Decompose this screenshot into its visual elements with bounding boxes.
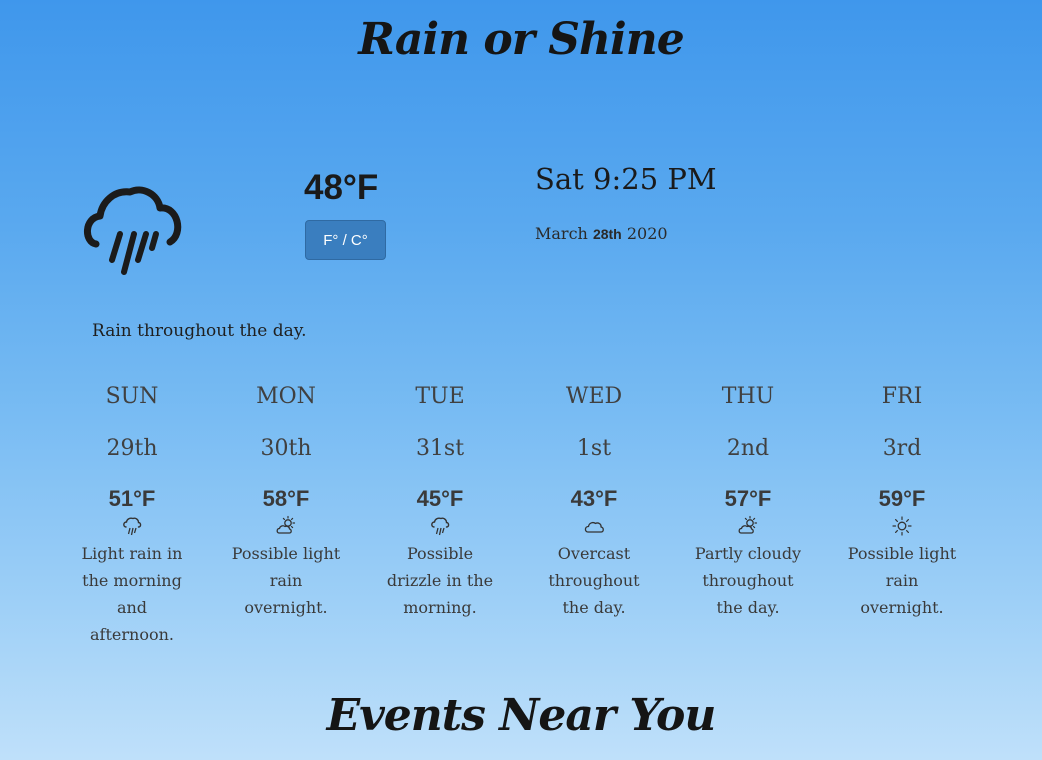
forecast-desc-line: Possible	[406, 544, 474, 563]
forecast-description: Overcast throughout the day.	[534, 540, 654, 621]
forecast-day-name: THU	[721, 384, 775, 409]
forecast-day-name: FRI	[881, 384, 923, 409]
date-day: 28th	[592, 226, 622, 242]
current-time: Sat 9:25 PM	[535, 162, 717, 196]
forecast-day: FRI 3rd 59°F Possible light rain overnig…	[842, 380, 962, 621]
forecast-desc-line: Partly cloudy	[694, 544, 802, 563]
forecast-day-name: TUE	[415, 384, 465, 409]
forecast-day: WED 1st 43°F Overcast throughout the day…	[534, 380, 654, 621]
forecast-desc-line: and	[116, 598, 148, 617]
forecast-desc-line: throughout	[548, 571, 640, 590]
forecast-desc-line: Possible light	[231, 544, 341, 563]
forecast-desc-line: throughout	[702, 571, 794, 590]
forecast-date: 2nd	[726, 436, 770, 461]
rain-icon	[380, 514, 500, 538]
forecast-desc-line: overnight.	[860, 598, 944, 617]
forecast-day-name: SUN	[105, 384, 159, 409]
date-year: 2020	[626, 224, 668, 243]
forecast-day: THU 2nd 57°F Partly cloudy throughout th…	[688, 380, 808, 621]
forecast-desc-line: afternoon.	[90, 625, 174, 644]
forecast-temp: 43°F	[570, 486, 618, 511]
forecast-description: Possible light rain overnight.	[842, 540, 962, 621]
forecast-day: TUE 31st 45°F Possible drizzle in the mo…	[380, 380, 500, 621]
rain-icon	[72, 514, 192, 538]
forecast-day-name: MON	[256, 384, 316, 409]
forecast-date: 29th	[106, 436, 158, 461]
forecast-day: MON 30th 58°F Possible light rain overni…	[226, 380, 346, 621]
app-title: Rain or Shine	[358, 14, 684, 65]
forecast-desc-line: Possible light	[847, 544, 957, 563]
forecast-temp: 45°F	[416, 486, 464, 511]
forecast-temp: 57°F	[724, 486, 772, 511]
current-temperature: 48°F	[304, 168, 379, 207]
forecast-desc-line: Light rain in	[81, 544, 183, 563]
forecast-description: Possible light rain overnight.	[226, 540, 346, 621]
partly-cloudy-icon	[688, 514, 808, 538]
forecast-desc-line: the day.	[562, 598, 626, 617]
forecast-temp: 51°F	[108, 486, 156, 511]
forecast-desc-line: morning.	[403, 598, 477, 617]
forecast-desc-line: overnight.	[244, 598, 328, 617]
unit-toggle-button[interactable]: F° / C°	[305, 220, 386, 260]
forecast-date: 1st	[576, 436, 612, 461]
weather-summary: Rain throughout the day.	[92, 321, 307, 341]
rain-icon	[82, 182, 184, 280]
forecast-desc-line: the day.	[716, 598, 780, 617]
forecast-temp: 59°F	[878, 486, 926, 511]
forecast-desc-line: the morning	[82, 571, 182, 590]
cloud-icon	[534, 514, 654, 538]
partly-cloudy-icon	[226, 514, 346, 538]
forecast-desc-line: Overcast	[557, 544, 631, 563]
events-section-title: Events Near You	[326, 690, 717, 741]
forecast-desc-line: rain	[269, 571, 303, 590]
forecast-day: SUN 29th 51°F Light rain in the morning …	[72, 380, 192, 648]
forecast-date: 3rd	[882, 436, 922, 461]
forecast-desc-line: drizzle in the	[386, 571, 494, 590]
forecast-temp: 58°F	[262, 486, 310, 511]
forecast-description: Partly cloudy throughout the day.	[688, 540, 808, 621]
date-month: March	[535, 224, 588, 243]
forecast-date: 31st	[415, 436, 465, 461]
forecast-desc-line: rain	[885, 571, 919, 590]
forecast-description: Possible drizzle in the morning.	[380, 540, 500, 621]
current-date: March 28th 2020	[535, 224, 668, 243]
forecast-date: 30th	[260, 436, 312, 461]
forecast-description: Light rain in the morning and afternoon.	[72, 540, 192, 648]
forecast-day-name: WED	[565, 384, 623, 409]
sun-icon	[842, 514, 962, 538]
